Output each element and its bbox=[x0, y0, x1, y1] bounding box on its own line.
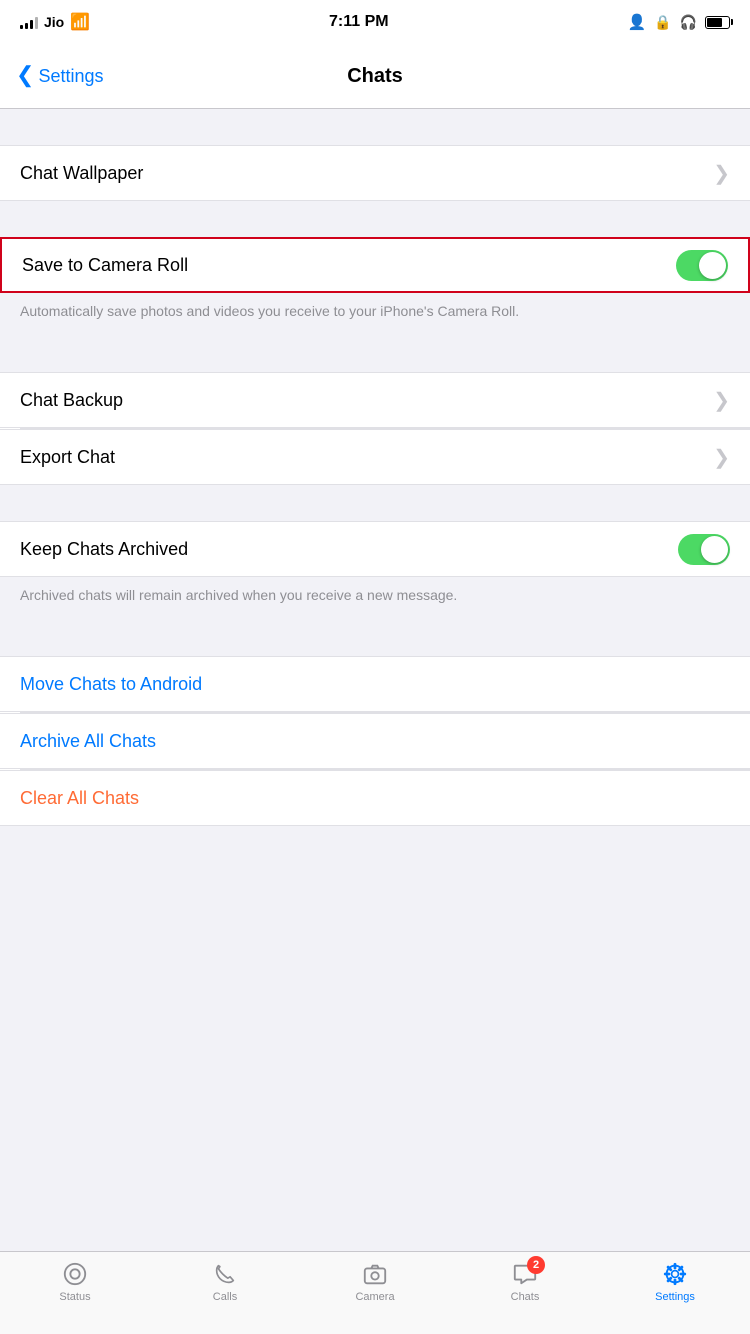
chat-wallpaper-cell[interactable]: Chat Wallpaper ❯ bbox=[0, 145, 750, 201]
tab-settings[interactable]: Settings bbox=[600, 1260, 750, 1303]
keep-archived-description: Archived chats will remain archived when… bbox=[0, 577, 750, 620]
signal-bars-icon bbox=[20, 15, 38, 29]
chevron-icon: ❯ bbox=[713, 445, 730, 470]
calls-icon bbox=[211, 1260, 239, 1288]
section-gap-3 bbox=[0, 336, 750, 372]
chat-backup-cell[interactable]: Chat Backup ❯ bbox=[0, 372, 750, 428]
back-label: Settings bbox=[38, 66, 103, 87]
back-button[interactable]: ❮ Settings bbox=[16, 66, 103, 87]
keep-archived-toggle[interactable] bbox=[678, 534, 730, 565]
tab-camera-label: Camera bbox=[355, 1291, 394, 1303]
back-chevron-icon: ❮ bbox=[16, 64, 34, 86]
keep-archived-cell[interactable]: Keep Chats Archived bbox=[0, 521, 750, 577]
section-camera-roll: Save to Camera Roll bbox=[0, 237, 750, 293]
section-gap-5 bbox=[0, 620, 750, 656]
nav-bar: ❮ Settings Chats bbox=[0, 44, 750, 109]
archive-all-chats-label: Archive All Chats bbox=[20, 731, 156, 752]
archive-all-chats-cell[interactable]: Archive All Chats bbox=[0, 713, 750, 769]
section-gap-4 bbox=[0, 485, 750, 521]
tab-settings-label: Settings bbox=[655, 1291, 695, 1303]
status-bar: Jio 📶 7:11 PM 👤 🔒 🎧 bbox=[0, 0, 750, 44]
settings-content: Chat Wallpaper ❯ Save to Camera Roll Aut… bbox=[0, 109, 750, 909]
battery-indicator bbox=[705, 16, 730, 29]
section-actions: Move Chats to Android Archive All Chats … bbox=[0, 656, 750, 826]
chats-icon: 2 bbox=[511, 1260, 539, 1288]
save-camera-roll-label: Save to Camera Roll bbox=[22, 255, 188, 276]
status-right: 👤 🔒 🎧 bbox=[627, 13, 730, 31]
status-left: Jio 📶 bbox=[20, 12, 90, 32]
section-gap-1 bbox=[0, 109, 750, 145]
clear-all-chats-label: Clear All Chats bbox=[20, 788, 139, 809]
move-chats-android-cell[interactable]: Move Chats to Android bbox=[0, 656, 750, 712]
chevron-icon: ❯ bbox=[713, 161, 730, 186]
settings-icon bbox=[661, 1260, 689, 1288]
move-chats-android-label: Move Chats to Android bbox=[20, 674, 202, 695]
chat-wallpaper-label: Chat Wallpaper bbox=[20, 163, 143, 184]
camera-roll-description: Automatically save photos and videos you… bbox=[0, 293, 750, 336]
clear-all-chats-cell[interactable]: Clear All Chats bbox=[0, 770, 750, 826]
camera-icon bbox=[361, 1260, 389, 1288]
wifi-icon: 📶 bbox=[70, 12, 90, 32]
export-chat-label: Export Chat bbox=[20, 447, 115, 468]
export-chat-cell[interactable]: Export Chat ❯ bbox=[0, 429, 750, 485]
status-icon bbox=[61, 1260, 89, 1288]
section-backup: Chat Backup ❯ Export Chat ❯ bbox=[0, 372, 750, 485]
save-camera-roll-cell[interactable]: Save to Camera Roll bbox=[0, 237, 750, 293]
section-wallpaper: Chat Wallpaper ❯ bbox=[0, 145, 750, 201]
headphone-icon: 🎧 bbox=[680, 14, 697, 31]
carrier-label: Jio bbox=[44, 14, 64, 30]
tab-camera[interactable]: Camera bbox=[300, 1260, 450, 1303]
tab-status[interactable]: Status bbox=[0, 1260, 150, 1303]
chevron-icon: ❯ bbox=[713, 388, 730, 413]
section-gap-2 bbox=[0, 201, 750, 237]
chat-backup-label: Chat Backup bbox=[20, 390, 123, 411]
tab-status-label: Status bbox=[59, 1291, 90, 1303]
save-camera-roll-toggle[interactable] bbox=[676, 250, 728, 281]
person-icon: 👤 bbox=[627, 13, 646, 31]
section-keep-archived: Keep Chats Archived bbox=[0, 521, 750, 577]
tab-calls[interactable]: Calls bbox=[150, 1260, 300, 1303]
page-title: Chats bbox=[347, 65, 403, 88]
tab-calls-label: Calls bbox=[213, 1291, 237, 1303]
tab-bar: Status Calls Camera 2 Chats bbox=[0, 1251, 750, 1334]
tab-chats[interactable]: 2 Chats bbox=[450, 1260, 600, 1303]
keep-archived-label: Keep Chats Archived bbox=[20, 539, 188, 560]
lock-icon: 🔒 bbox=[654, 14, 671, 31]
battery-icon bbox=[705, 16, 730, 29]
chats-badge: 2 bbox=[527, 1256, 545, 1274]
tab-chats-label: Chats bbox=[511, 1291, 540, 1303]
status-time: 7:11 PM bbox=[329, 13, 389, 31]
